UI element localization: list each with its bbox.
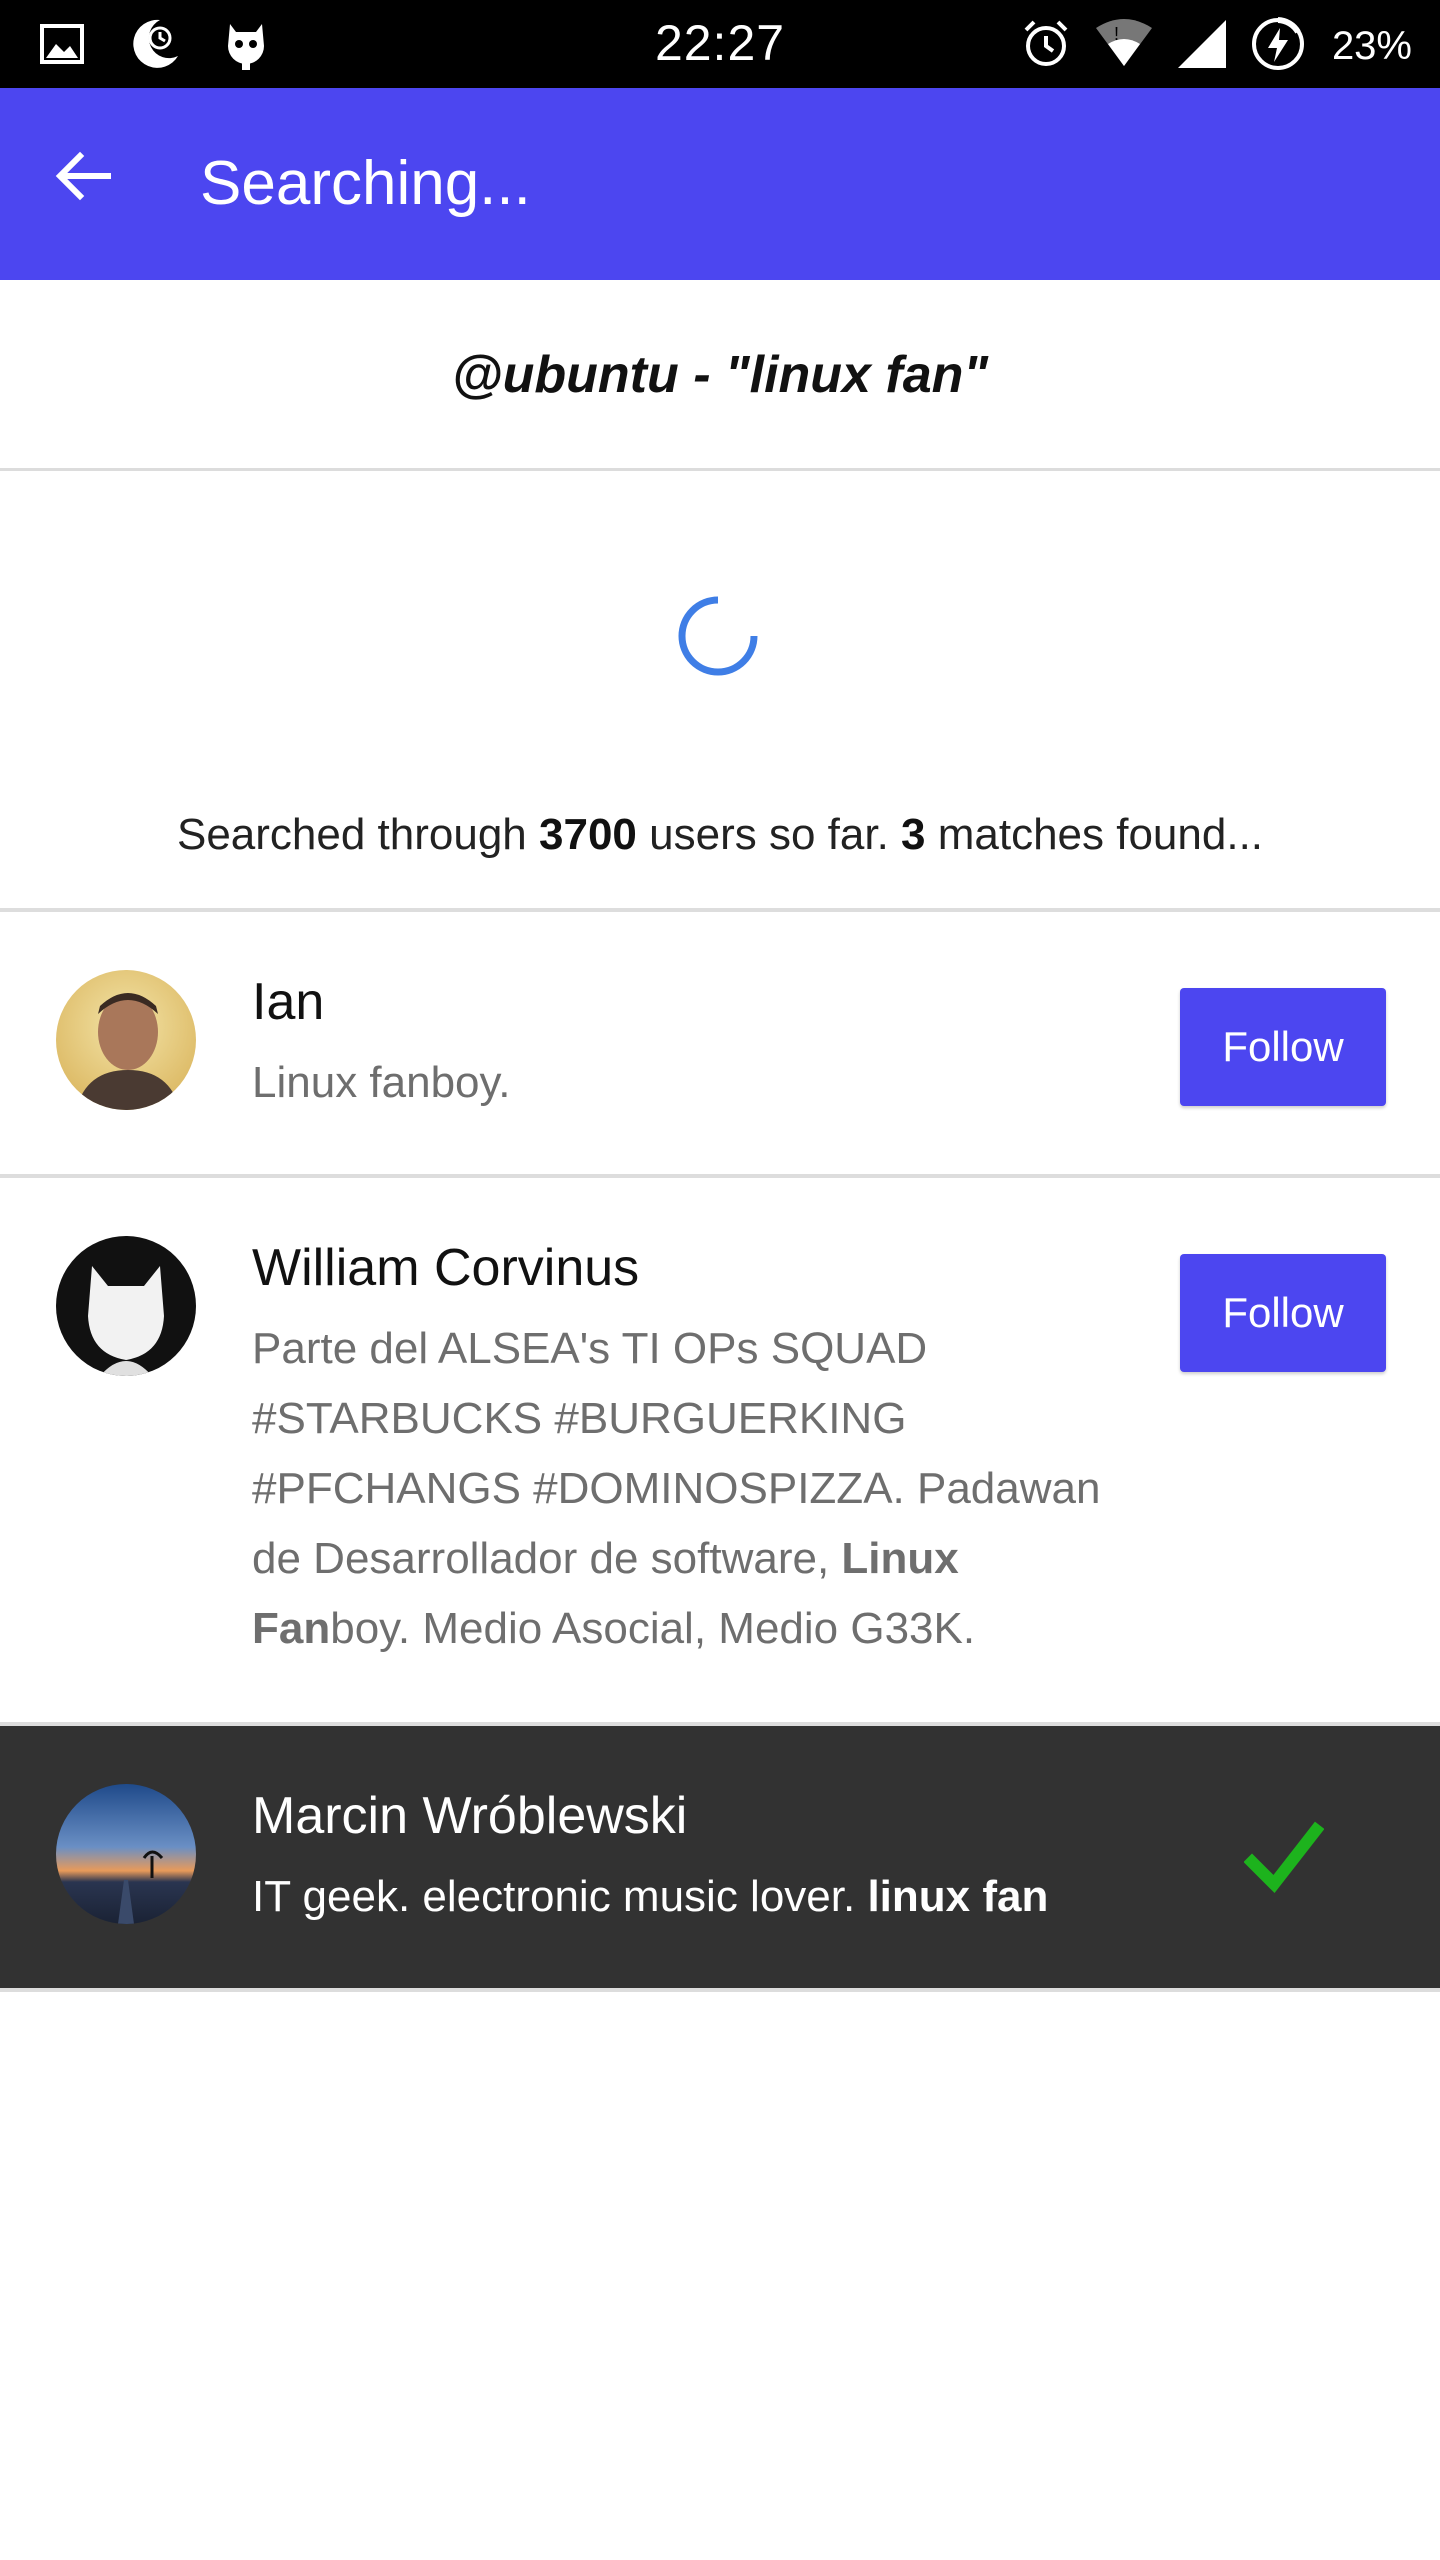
user-name: Ian <box>252 973 325 1031</box>
search-progress-text: Searched through 3700 users so far. 3 ma… <box>0 810 1440 860</box>
arrow-back-icon <box>52 144 116 213</box>
bio-text: boy. Medio Asocial, Medio G33K. <box>330 1604 976 1653</box>
app-bar: Searching... <box>0 88 1440 280</box>
user-bio: Linux fanboy. <box>252 1058 511 1107</box>
searched-count: 3700 <box>539 810 637 859</box>
progress-prefix: Searched through <box>176 810 540 859</box>
avatar <box>56 1236 196 1376</box>
divider <box>0 1988 1440 1992</box>
battery-charging-icon <box>1250 16 1306 77</box>
svg-text:!: ! <box>1114 24 1119 44</box>
follow-button[interactable]: Follow <box>1180 1254 1386 1372</box>
user-name: Marcin Wróblewski <box>252 1787 688 1845</box>
checkmark-icon <box>1243 1818 1325 1898</box>
user-bio: Parte del ALSEA's TI OPs SQUAD #STARBUCK… <box>252 1314 1172 1664</box>
loading-spinner <box>676 594 760 678</box>
bio-text: IT geek. electronic music lover. <box>252 1872 868 1921</box>
matches-count: 3 <box>901 810 926 859</box>
signal-icon <box>1176 18 1228 75</box>
battery-percentage: 23% <box>1331 24 1412 68</box>
follow-button[interactable]: Follow <box>1180 988 1386 1106</box>
bio-line: #PFCHANGS #DOMINOSPIZZA. Padawan <box>252 1464 1101 1513</box>
bio-line: Parte del ALSEA's TI OPs SQUAD <box>252 1324 928 1373</box>
bio-match-highlight: Fan <box>252 1604 331 1653</box>
wifi-icon: ! <box>1094 18 1154 75</box>
avatar <box>56 970 196 1110</box>
user-bio: IT geek. electronic music lover. linux f… <box>252 1862 1172 1932</box>
page-title: Searching... <box>200 149 531 218</box>
user-name: William Corvinus <box>252 1239 640 1297</box>
bio-line: de Desarrollador de software, Linux <box>252 1524 1172 1594</box>
status-bar: 22:27 ! 23% <box>0 0 1440 88</box>
avatar <box>56 1784 196 1924</box>
bio-match-highlight: linux fan <box>867 1872 1049 1921</box>
progress-middle: users so far. <box>636 810 902 859</box>
bio-text: de Desarrollador de software, <box>252 1534 842 1583</box>
bio-line: Fanboy. Medio Asocial, Medio G33K. <box>252 1594 1172 1664</box>
alarm-icon <box>1020 18 1072 75</box>
bio-match-highlight: Linux <box>841 1534 959 1583</box>
search-query-header: @ubuntu - "linux fan" <box>0 282 1440 471</box>
list-item-user-ian[interactable]: Ian Linux fanboy. Follow <box>0 912 1440 1174</box>
back-button[interactable] <box>44 138 124 218</box>
list-item-user-marcin-wroblewski[interactable]: Marcin Wróblewski IT geek. electronic mu… <box>0 1726 1440 1988</box>
progress-suffix: matches found... <box>925 810 1264 859</box>
list-item-user-william-corvinus[interactable]: William Corvinus Parte del ALSEA's TI OP… <box>0 1178 1440 1722</box>
bio-line: #STARBUCKS #BURGUERKING <box>252 1394 907 1443</box>
